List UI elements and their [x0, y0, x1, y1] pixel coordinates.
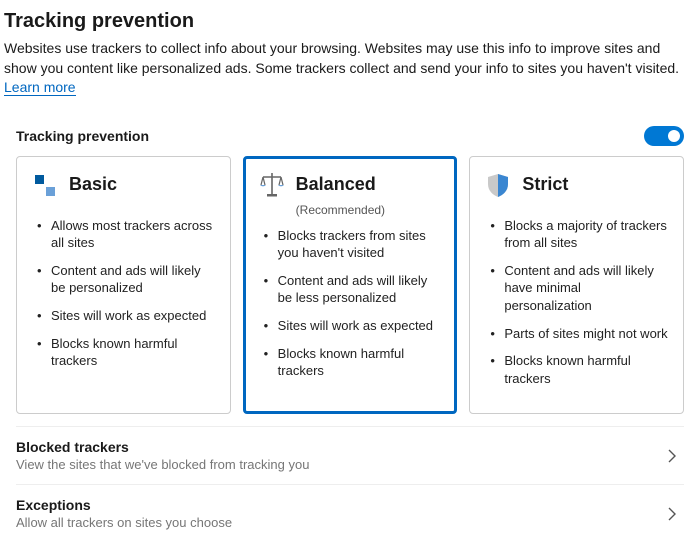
row-title-blocked: Blocked trackers	[16, 439, 309, 455]
level-bullet: Allows most trackers across all sites	[35, 217, 216, 252]
level-card-strict[interactable]: Strict Blocks a majority of trackers fro…	[469, 156, 684, 414]
row-text: Exceptions Allow all trackers on sites y…	[16, 497, 232, 530]
section-header: Tracking prevention	[16, 126, 684, 146]
level-sub-balanced: (Recommended)	[296, 203, 447, 217]
chevron-right-icon	[664, 448, 680, 464]
level-bullet: Blocks known harmful trackers	[35, 335, 216, 370]
strict-icon	[484, 171, 512, 199]
row-title-exceptions: Exceptions	[16, 497, 232, 513]
level-title-strict: Strict	[522, 174, 568, 195]
basic-icon	[31, 171, 59, 199]
tracking-toggle[interactable]	[644, 126, 684, 146]
level-bullet: Sites will work as expected	[262, 317, 443, 335]
level-bullet: Parts of sites might not work	[488, 325, 669, 343]
level-header-strict: Strict	[480, 171, 673, 199]
blocked-trackers-row[interactable]: Blocked trackers View the sites that we'…	[16, 426, 684, 484]
level-card-basic[interactable]: Basic Allows most trackers across all si…	[16, 156, 231, 414]
level-bullet: Blocks trackers from sites you haven't v…	[262, 227, 443, 262]
level-list-basic: Allows most trackers across all sites Co…	[27, 217, 220, 370]
level-bullet: Blocks known harmful trackers	[262, 345, 443, 380]
level-bullet: Content and ads will likely have minimal…	[488, 262, 669, 315]
level-list-balanced: Blocks trackers from sites you haven't v…	[254, 227, 447, 380]
levels-container: Basic Allows most trackers across all si…	[16, 156, 684, 414]
tracking-prevention-section: Tracking prevention Basic Allows most tr…	[4, 116, 696, 542]
page-title: Tracking prevention	[4, 10, 696, 33]
row-desc-blocked: View the sites that we've blocked from t…	[16, 457, 309, 472]
learn-more-link[interactable]: Learn more	[4, 79, 76, 96]
row-text: Blocked trackers View the sites that we'…	[16, 439, 309, 472]
level-bullet: Content and ads will likely be less pers…	[262, 272, 443, 307]
page-subtitle-text: Websites use trackers to collect info ab…	[4, 40, 679, 76]
row-desc-exceptions: Allow all trackers on sites you choose	[16, 515, 232, 530]
level-bullet: Blocks known harmful trackers	[488, 352, 669, 387]
level-list-strict: Blocks a majority of trackers from all s…	[480, 217, 673, 387]
level-bullet: Blocks a majority of trackers from all s…	[488, 217, 669, 252]
toggle-knob	[668, 130, 680, 142]
balanced-icon	[258, 171, 286, 199]
exceptions-row[interactable]: Exceptions Allow all trackers on sites y…	[16, 484, 684, 542]
chevron-right-icon	[664, 506, 680, 522]
level-bullet: Content and ads will likely be personali…	[35, 262, 216, 297]
level-title-balanced: Balanced	[296, 174, 376, 195]
page-subtitle: Websites use trackers to collect info ab…	[4, 39, 696, 98]
level-header-balanced: Balanced	[254, 171, 447, 199]
level-card-balanced[interactable]: Balanced (Recommended) Blocks trackers f…	[243, 156, 458, 414]
level-header-basic: Basic	[27, 171, 220, 199]
section-title: Tracking prevention	[16, 128, 149, 144]
level-title-basic: Basic	[69, 174, 117, 195]
level-bullet: Sites will work as expected	[35, 307, 216, 325]
